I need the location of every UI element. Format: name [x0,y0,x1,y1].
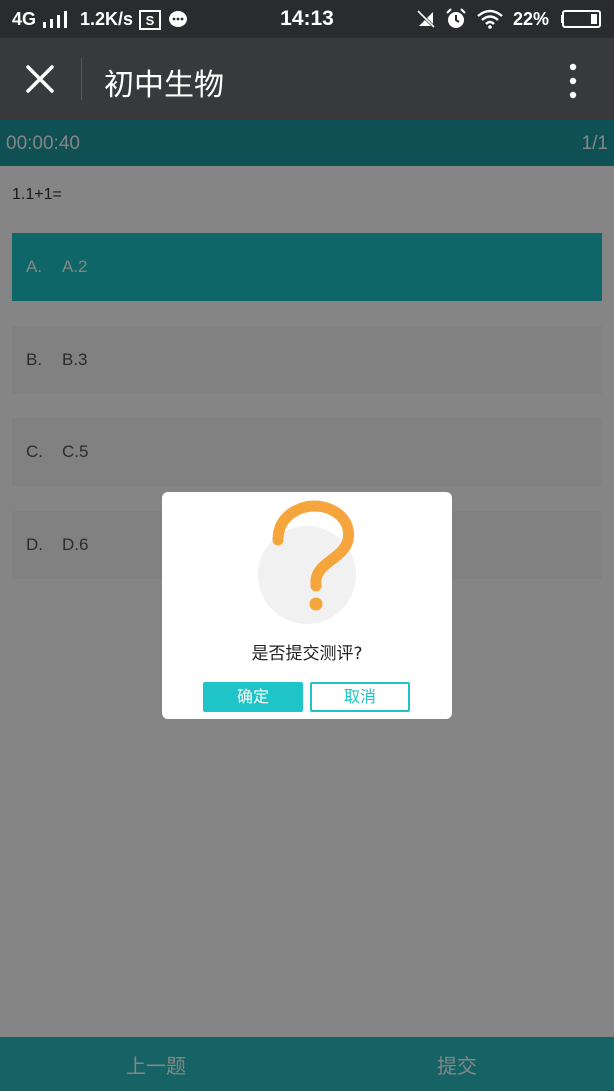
battery-icon [558,9,602,29]
wifi-icon [476,9,504,29]
app-bar: 初中生物 [0,38,614,120]
close-icon [26,65,54,93]
appbar-divider [81,58,82,100]
confirm-button[interactable]: 确定 [203,682,303,712]
dialog-message: 是否提交测评? [251,644,363,664]
status-bar: 4G 1.2K/s S 14:13 22% [0,0,614,38]
question-mark-icon [272,500,354,611]
status-right: 22% [416,8,602,30]
mute-icon [416,9,436,29]
close-button[interactable] [22,61,58,97]
cancel-button[interactable]: 取消 [310,682,410,712]
submit-confirm-dialog: 是否提交测评? 确定 取消 [162,492,452,719]
page-title: 初中生物 [104,68,224,103]
alarm-icon [445,8,467,30]
battery-percent: 22% [512,8,549,29]
more-vert-icon [569,63,577,99]
more-options-button[interactable] [558,62,588,100]
